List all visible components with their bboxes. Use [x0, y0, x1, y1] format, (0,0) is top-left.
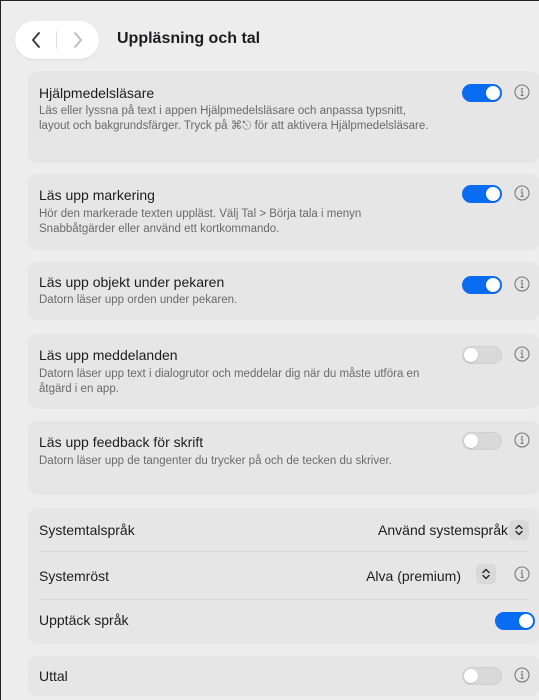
chevron-right-icon [74, 32, 82, 48]
row-divider [39, 599, 529, 600]
info-icon[interactable] [514, 185, 530, 201]
pronunciation-card: Uttal [28, 656, 539, 696]
info-icon[interactable] [514, 432, 530, 448]
toggle-knob [519, 614, 533, 628]
typing-feedback-toggle[interactable] [462, 432, 502, 450]
page-title: Uppläsning och tal [117, 30, 261, 47]
setting-card-typing-feedback: Läs upp feedback för skrift Datorn läser… [28, 421, 539, 495]
accessibility-reader-toggle[interactable] [462, 84, 502, 102]
forward-button[interactable] [57, 21, 99, 59]
setting-title: Läs upp meddelanden [39, 347, 178, 363]
info-icon[interactable] [514, 667, 530, 683]
setting-description: Datorn läser upp text i dialogrutor och … [39, 368, 420, 395]
toolbar: Uppläsning och tal [1, 1, 539, 71]
setting-description: Datorn läser upp de tangenter du trycker… [39, 455, 392, 467]
navigation-group [15, 21, 99, 59]
back-button[interactable] [15, 21, 57, 59]
toggle-knob [486, 187, 500, 201]
setting-title: Läs upp feedback för skrift [39, 434, 204, 450]
toggle-knob [464, 348, 478, 362]
updown-chevron-icon [515, 524, 523, 536]
system-voice-label: Systemröst [39, 568, 110, 584]
system-language-value[interactable]: Använd systemspråk [318, 522, 508, 538]
toggle-knob [486, 86, 500, 100]
info-icon[interactable] [514, 566, 530, 582]
setting-card-accessibility-reader: Hjälpmedelsläsare Läs eller lyssna på te… [28, 71, 539, 163]
row-divider [39, 551, 529, 552]
detect-language-label: Upptäck språk [39, 612, 129, 628]
setting-card-speak-announcements: Läs upp meddelanden Datorn läser upp tex… [28, 334, 539, 409]
setting-description: Läs eller lyssna på text i appen Hjälpme… [39, 105, 429, 132]
setting-card-speak-selection: Läs upp markering Hör den markerade text… [28, 174, 539, 250]
toggle-knob [464, 434, 478, 448]
system-voice-value[interactable]: Alva (premium) [301, 568, 461, 584]
speak-under-pointer-toggle[interactable] [462, 276, 502, 294]
settings-window: Uppläsning och tal Hjälpmedelsläsare Läs… [0, 0, 539, 700]
setting-title: Läs upp markering [39, 187, 155, 203]
toggle-knob [486, 278, 500, 292]
speak-announcements-toggle[interactable] [462, 346, 502, 364]
setting-description: Hör den markerade texten uppläst. Välj T… [39, 208, 362, 235]
pronunciation-label: Uttal [39, 668, 68, 684]
detect-language-toggle[interactable] [495, 612, 535, 630]
setting-title: Hjälpmedelsläsare [39, 85, 155, 101]
setting-title: Läs upp objekt under pekaren [39, 274, 225, 290]
system-language-label: Systemtalspråk [39, 522, 135, 538]
system-language-popup[interactable] [509, 520, 529, 540]
pronunciation-toggle[interactable] [462, 667, 502, 685]
speak-selection-toggle[interactable] [462, 185, 502, 203]
toggle-knob [464, 669, 478, 683]
info-icon[interactable] [514, 84, 530, 100]
system-voice-popup[interactable] [476, 564, 496, 584]
chevron-left-icon [32, 32, 40, 48]
setting-card-speak-under-pointer: Läs upp objekt under pekaren Datorn läse… [28, 262, 539, 320]
setting-description: Datorn läser upp orden under pekaren. [39, 294, 238, 306]
info-icon[interactable] [514, 276, 530, 292]
updown-chevron-icon [482, 568, 490, 580]
info-icon[interactable] [514, 346, 530, 362]
